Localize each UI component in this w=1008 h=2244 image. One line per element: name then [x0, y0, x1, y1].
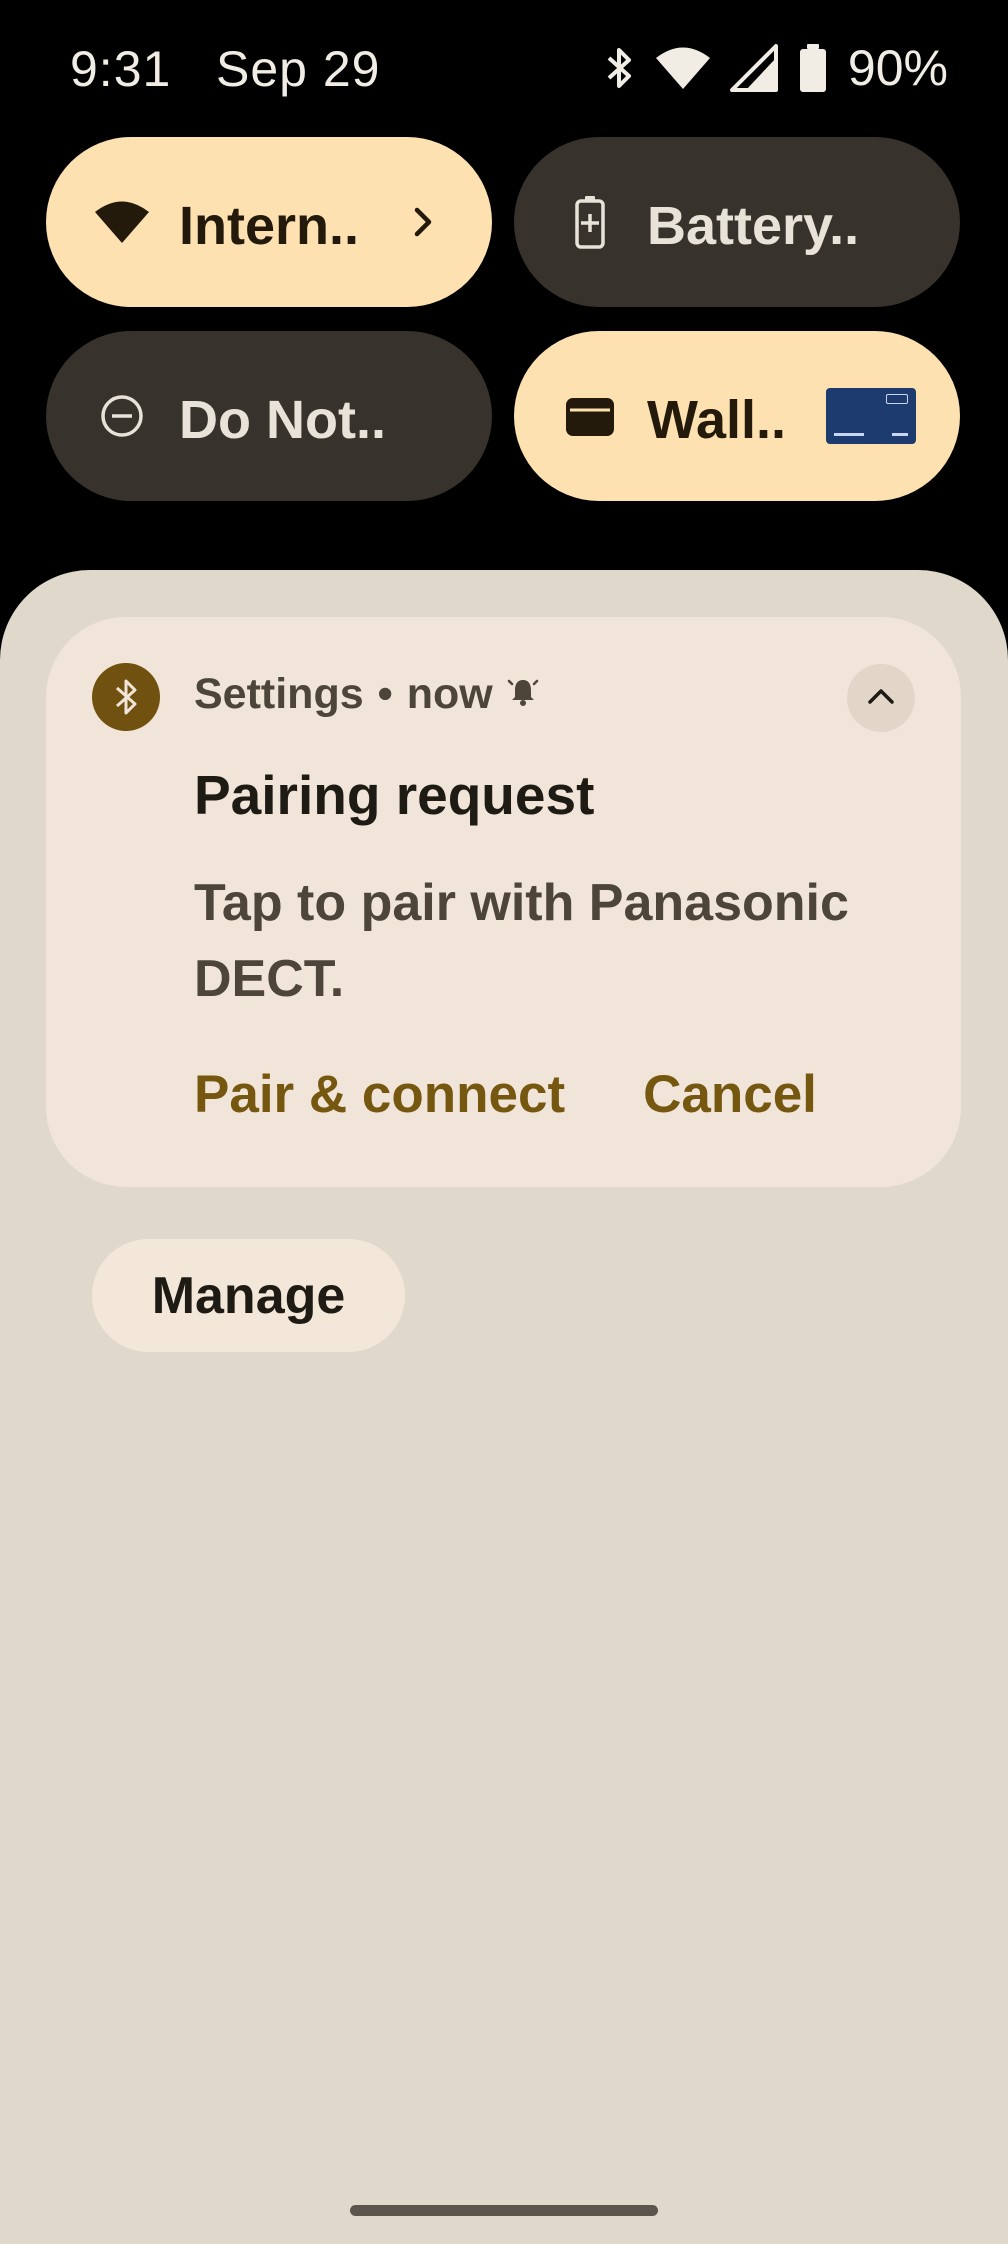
- battery-icon: [798, 43, 828, 93]
- wifi-icon: [654, 45, 712, 91]
- chevron-right-icon[interactable]: [398, 197, 448, 247]
- quick-tile-internet[interactable]: Intern..: [46, 137, 492, 307]
- status-time: 9:31: [70, 41, 172, 97]
- gesture-nav-handle[interactable]: [350, 2205, 658, 2216]
- chevron-up-icon: [861, 676, 901, 721]
- notification-text: Tap to pair with Panasonic DECT.: [194, 874, 849, 1008]
- battery-percent: 90%: [847, 40, 948, 96]
- bell-icon: [507, 670, 539, 719]
- wallet-icon: [560, 386, 620, 446]
- quick-tile-battery-saver[interactable]: Battery..: [514, 137, 960, 307]
- cell-signal-icon: [729, 44, 780, 92]
- notification-separator: •: [377, 670, 393, 718]
- notification-header: Settings • now: [194, 670, 539, 719]
- bluetooth-icon: [92, 663, 160, 731]
- notification-title: Pairing request: [194, 764, 595, 826]
- notification-app-name: Settings: [194, 670, 364, 718]
- quick-tile-label: Do Not..: [179, 390, 386, 450]
- cancel-button[interactable]: Cancel: [643, 1064, 817, 1125]
- quick-tile-label: Intern..: [179, 196, 360, 256]
- notification-time: now: [406, 670, 493, 718]
- quick-tile-do-not-disturb[interactable]: Do Not..: [46, 331, 492, 501]
- notification-shade-screen: 9:31 Sep 29 90% Intern.. Battery.. Do No…: [0, 0, 1008, 2244]
- quick-tile-wallet[interactable]: Wall..: [514, 331, 960, 501]
- wallet-card-preview: [826, 388, 916, 444]
- notification-card[interactable]: Settings • now Pairing request Tap to pa…: [46, 617, 961, 1187]
- bluetooth-icon: [602, 46, 636, 90]
- status-icons: 90%: [602, 38, 948, 98]
- pair-and-connect-button[interactable]: Pair & connect: [194, 1064, 565, 1125]
- collapse-notification-button[interactable]: [847, 664, 915, 732]
- quick-tile-label: Battery..: [647, 196, 860, 256]
- do-not-disturb-icon: [92, 386, 152, 446]
- quick-tile-label: Wall..: [647, 390, 787, 450]
- status-date: Sep 29: [216, 41, 381, 97]
- battery-saver-icon: [560, 192, 620, 252]
- notification-actions: Pair & connect Cancel: [194, 1064, 817, 1125]
- wifi-icon: [92, 192, 152, 252]
- status-bar: 9:31 Sep 29 90%: [0, 0, 1008, 130]
- manage-notifications-button[interactable]: Manage: [92, 1239, 405, 1352]
